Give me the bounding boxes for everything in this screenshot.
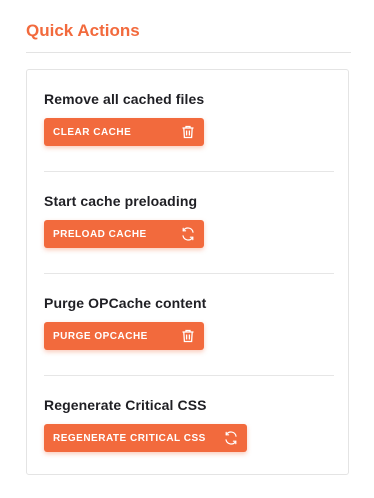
button-label: PURGE OPCACHE	[53, 330, 148, 342]
button-label: CLEAR CACHE	[53, 126, 132, 138]
title-divider	[26, 52, 351, 53]
page-title: Quick Actions	[26, 21, 140, 40]
button-label: REGENERATE CRITICAL CSS	[53, 432, 206, 444]
refresh-icon	[180, 226, 196, 242]
preload-cache-button[interactable]: PRELOAD CACHE	[44, 220, 204, 248]
button-label: PRELOAD CACHE	[53, 228, 147, 240]
trash-icon	[180, 328, 196, 344]
quick-actions-panel: Remove all cached files CLEAR CACHE Star…	[26, 69, 349, 475]
section-divider	[44, 171, 334, 172]
section-divider	[44, 273, 334, 274]
action-label: Regenerate Critical CSS	[44, 397, 207, 413]
clear-cache-button[interactable]: CLEAR CACHE	[44, 118, 204, 146]
section-divider	[44, 375, 334, 376]
action-clear-cache: Remove all cached files CLEAR CACHE	[44, 90, 334, 146]
regenerate-critical-css-button[interactable]: REGENERATE CRITICAL CSS	[44, 424, 247, 452]
action-preload-cache: Start cache preloading PRELOAD CACHE	[44, 192, 334, 248]
trash-icon	[180, 124, 196, 140]
action-regenerate-critical-css: Regenerate Critical CSS REGENERATE CRITI…	[44, 396, 334, 452]
action-label: Start cache preloading	[44, 193, 198, 209]
action-purge-opcache: Purge OPCache content PURGE OPCACHE	[44, 294, 334, 350]
refresh-icon	[223, 430, 239, 446]
action-label: Purge OPCache content	[44, 295, 207, 311]
action-label: Remove all cached files	[44, 91, 205, 107]
purge-opcache-button[interactable]: PURGE OPCACHE	[44, 322, 204, 350]
